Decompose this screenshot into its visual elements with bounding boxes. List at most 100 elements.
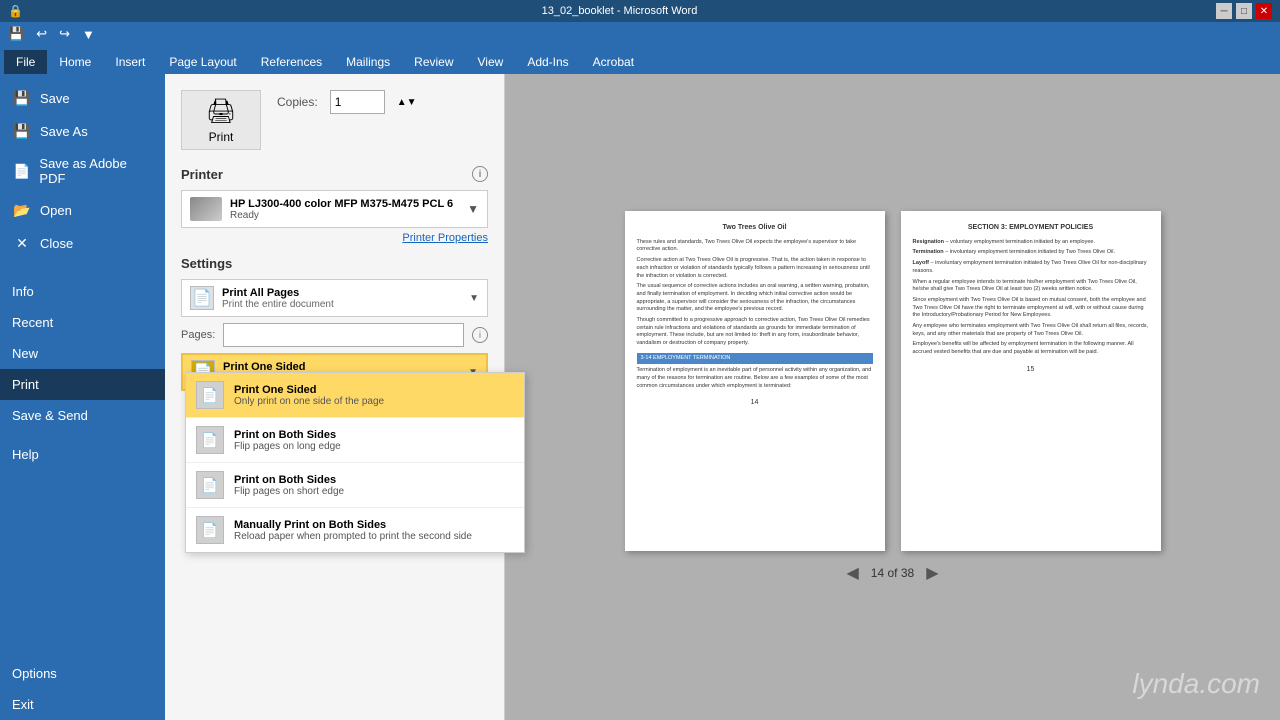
tab-references[interactable]: References — [249, 50, 334, 74]
saveas-icon: 💾 — [12, 123, 32, 140]
popup-sub-one-sided: Only print on one side of the page — [234, 396, 514, 407]
printer-dropdown-arrow[interactable]: ▼ — [467, 202, 479, 216]
sidebar-item-recent[interactable]: Recent — [0, 307, 165, 338]
preview-left-page-number: 14 — [637, 398, 873, 408]
sidebar-item-adobe[interactable]: 📄 Save as Adobe PDF — [0, 148, 165, 194]
sidebar-item-open-label: Open — [40, 203, 72, 218]
sidebar-item-print-label: Print — [12, 377, 39, 392]
window-title: 13_02_booklet - Microsoft Word — [23, 5, 1216, 17]
save-icon: 💾 — [12, 90, 32, 107]
minimize-button[interactable]: ─ — [1216, 3, 1232, 19]
app-body: 💾 Save 💾 Save As 📄 Save as Adobe PDF 📂 O… — [0, 74, 1280, 720]
sidebar-item-save-label: Save — [40, 91, 70, 106]
preview-left-para1: These rules and standards, Two Trees Oli… — [637, 239, 873, 254]
qa-undo-button[interactable]: ↩ — [32, 24, 51, 44]
printer-icon — [190, 197, 222, 221]
sidebar-item-options[interactable]: Options — [0, 658, 165, 689]
sidebar-item-close[interactable]: ✕ Close — [0, 227, 165, 260]
sidebar-item-open[interactable]: 📂 Open — [0, 194, 165, 227]
tab-home[interactable]: Home — [47, 50, 103, 74]
tab-insert[interactable]: Insert — [103, 50, 157, 74]
preview-page-left: Two Trees Olive Oil These rules and stan… — [625, 211, 885, 551]
preview-right-para1: Resignation – voluntary employment termi… — [913, 239, 1149, 247]
popup-text-both-short: Print on Both Sides Flip pages on short … — [234, 474, 514, 497]
sidebar-item-saveas[interactable]: 💾 Save As — [0, 115, 165, 148]
all-pages-text: Print All Pages Print the entire documen… — [222, 287, 461, 310]
preview-nav: ◀ 14 of 38 ▶ — [846, 563, 938, 583]
copies-spinner[interactable]: ▲▼ — [397, 97, 417, 108]
popup-sub-both-short: Flip pages on short edge — [234, 486, 514, 497]
sidebar-item-saveas-label: Save As — [40, 124, 88, 139]
popup-item-both-long[interactable]: 📄 Print on Both Sides Flip pages on long… — [186, 418, 524, 463]
qa-redo-button[interactable]: ↪ — [55, 24, 74, 44]
copies-input[interactable] — [330, 90, 385, 114]
sidebar-item-new[interactable]: New — [0, 338, 165, 369]
pages-info-icon[interactable]: i — [472, 327, 488, 343]
qa-customize-button[interactable]: ▼ — [78, 25, 99, 44]
popup-item-one-sided[interactable]: 📄 Print One Sided Only print on one side… — [186, 373, 524, 418]
sidebar-item-recent-label: Recent — [12, 315, 53, 330]
print-icon: 🖨 — [206, 97, 236, 126]
all-pages-icon: 📄 — [190, 286, 214, 310]
popup-main-manual: Manually Print on Both Sides — [234, 519, 514, 531]
qa-save-button[interactable]: 💾 — [4, 24, 28, 44]
printer-info-icon[interactable]: i — [472, 166, 488, 182]
tab-view[interactable]: View — [466, 50, 516, 74]
sidebar-item-new-label: New — [12, 346, 38, 361]
tab-addins[interactable]: Add-Ins — [515, 50, 580, 74]
printer-row[interactable]: HP LJ300-400 color MFP M375-M475 PCL 6 R… — [181, 190, 488, 228]
sidebar-item-savesend[interactable]: Save & Send — [0, 400, 165, 431]
sidebar-item-save[interactable]: 💾 Save — [0, 82, 165, 115]
adobe-icon: 📄 — [12, 163, 31, 180]
preview-right-para6: Any employee who terminates employment w… — [913, 323, 1149, 338]
popup-icon-one-sided: 📄 — [196, 381, 224, 409]
preview-pages: Two Trees Olive Oil These rules and stan… — [625, 211, 1161, 551]
sidebar-item-adobe-label: Save as Adobe PDF — [39, 156, 153, 186]
close-icon: ✕ — [12, 235, 32, 252]
sidebar-item-close-label: Close — [40, 236, 73, 251]
prev-page-button[interactable]: ◀ — [846, 563, 858, 583]
preview-right-para7: Employee's benefits will be affected by … — [913, 341, 1149, 356]
printer-properties-link[interactable]: Printer Properties — [181, 232, 488, 244]
sidebar-item-info[interactable]: Info — [0, 276, 165, 307]
tab-mailings[interactable]: Mailings — [334, 50, 402, 74]
open-icon: 📂 — [12, 202, 32, 219]
all-pages-sub: Print the entire document — [222, 299, 461, 310]
sidebar-item-exit[interactable]: Exit — [0, 689, 165, 720]
preview-right-para4: When a regular employee intends to termi… — [913, 279, 1149, 294]
preview-page-right: SECTION 3: EMPLOYMENT POLICIES Resignati… — [901, 211, 1161, 551]
preview-right-para2: Termination – involuntary employment ter… — [913, 249, 1149, 257]
preview-left-para3: The usual sequence of corrective actions… — [637, 283, 873, 314]
settings-title: Settings — [181, 256, 488, 271]
popup-text-manual: Manually Print on Both Sides Reload pape… — [234, 519, 514, 542]
close-button[interactable]: ✕ — [1256, 3, 1272, 19]
restore-button[interactable]: □ — [1236, 3, 1252, 19]
popup-sub-manual: Reload paper when prompted to print the … — [234, 531, 514, 542]
popup-icon-manual: 📄 — [196, 516, 224, 544]
ribbon-tabs: File Home Insert Page Layout References … — [0, 46, 1280, 74]
popup-item-manual[interactable]: 📄 Manually Print on Both Sides Reload pa… — [186, 508, 524, 552]
sidebar-item-savesend-label: Save & Send — [12, 408, 88, 423]
sidebar-item-help[interactable]: Help — [0, 439, 165, 470]
printer-info: HP LJ300-400 color MFP M375-M475 PCL 6 R… — [230, 198, 453, 221]
sidebar-item-exit-label: Exit — [12, 697, 34, 712]
print-button[interactable]: 🖨 Print — [181, 90, 261, 150]
tab-acrobat[interactable]: Acrobat — [581, 50, 646, 74]
all-pages-dropdown[interactable]: 📄 Print All Pages Print the entire docum… — [181, 279, 488, 317]
quick-access-icon: 🔒 — [8, 4, 23, 18]
tab-review[interactable]: Review — [402, 50, 465, 74]
pages-input[interactable] — [223, 323, 464, 347]
popup-main-one-sided: Print One Sided — [234, 384, 514, 396]
next-page-button[interactable]: ▶ — [926, 563, 938, 583]
preview-left-title: Two Trees Olive Oil — [637, 223, 873, 233]
preview-right-para3: Layoff – involuntary employment terminat… — [913, 260, 1149, 275]
popup-main-both-long: Print on Both Sides — [234, 429, 514, 441]
tab-page-layout[interactable]: Page Layout — [157, 50, 248, 74]
popup-main-both-short: Print on Both Sides — [234, 474, 514, 486]
sided-main: Print One Sided — [223, 361, 460, 373]
sidebar-item-help-label: Help — [12, 447, 39, 462]
popup-item-both-short[interactable]: 📄 Print on Both Sides Flip pages on shor… — [186, 463, 524, 508]
sidebar-item-print[interactable]: Print — [0, 369, 165, 400]
tab-file[interactable]: File — [4, 50, 47, 74]
watermark: lynda.com — [1132, 668, 1260, 700]
